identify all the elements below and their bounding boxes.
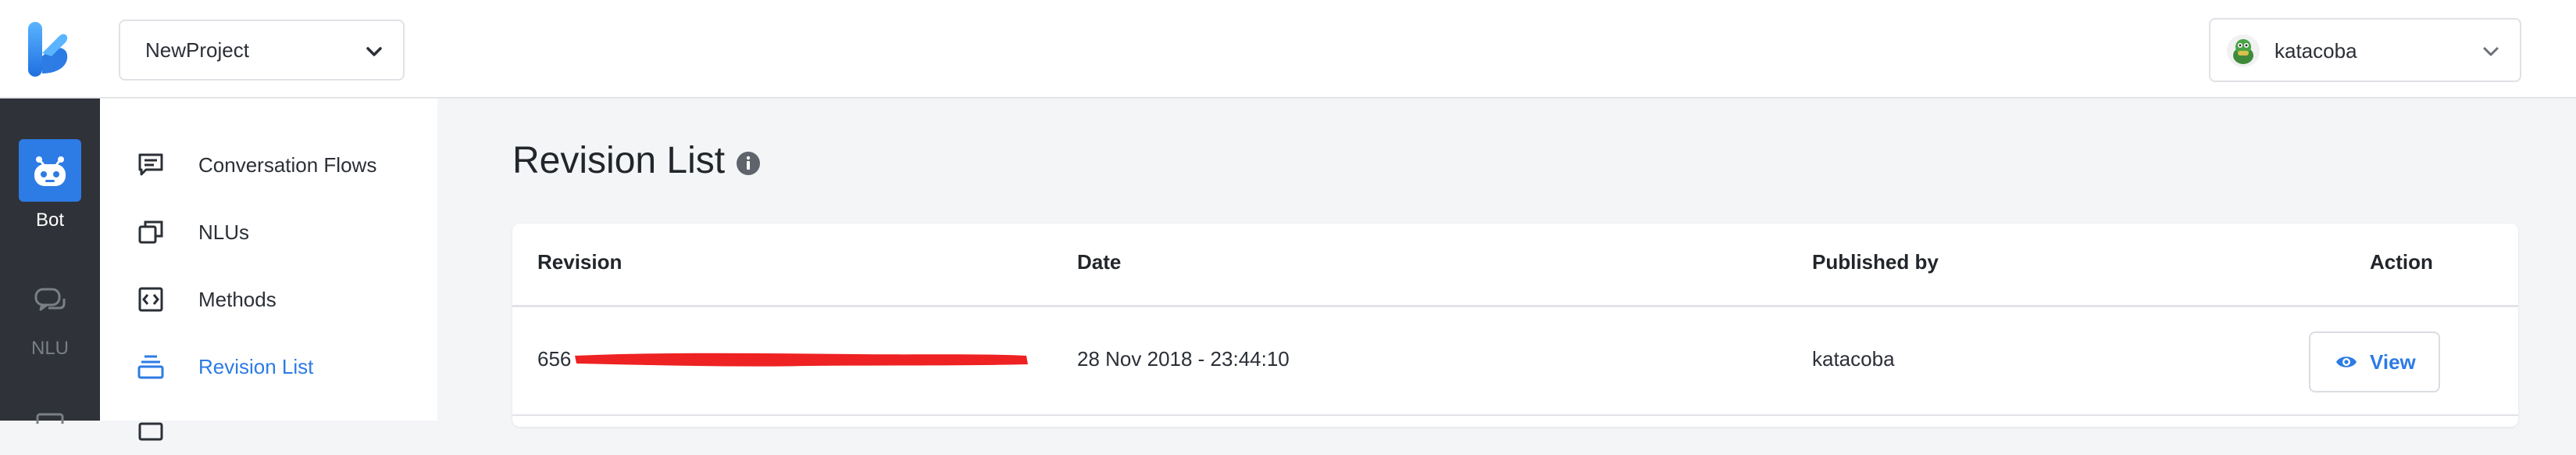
list-icon	[138, 422, 163, 441]
user-name: katacoba	[2275, 39, 2357, 63]
page-title: Revision List	[512, 140, 726, 181]
robot-icon	[34, 156, 66, 186]
sidebar-item-revision-list[interactable]: Revision List	[100, 342, 437, 389]
sidebar-item-nlus[interactable]: NLUs	[100, 208, 437, 255]
rail-item-bot[interactable]	[19, 139, 81, 202]
eye-icon	[2336, 356, 2357, 367]
view-button[interactable]: View	[2309, 331, 2440, 392]
sidebar-item-methods[interactable]: Methods	[100, 275, 437, 322]
sidebar-item-conversation-flows[interactable]: Conversation Flows	[100, 141, 437, 188]
view-button-label: View	[2370, 350, 2416, 374]
project-name: NewProject	[145, 38, 249, 62]
rail-item-next-icon[interactable]	[34, 408, 66, 424]
project-select[interactable]: NewProject	[119, 20, 405, 81]
revision-publisher: katacoba	[1812, 347, 1895, 371]
row-divider	[512, 414, 2518, 416]
rail-item-nlu-label: NLU	[30, 338, 69, 359]
column-header-published-by: Published by	[1812, 250, 1939, 274]
module-rail: Bot NLU	[0, 99, 100, 424]
sidebar-item-label: Methods	[198, 288, 277, 311]
redaction-scribble	[575, 353, 1028, 367]
chevron-down-icon	[366, 47, 382, 56]
stack-icon	[137, 355, 164, 379]
chat-bubbles-icon[interactable]	[33, 285, 67, 319]
column-header-revision: Revision	[537, 250, 623, 274]
revision-id: 656	[537, 347, 572, 371]
column-header-date: Date	[1077, 250, 1122, 274]
sidebar-item-label: Conversation Flows	[198, 153, 377, 177]
chevron-down-icon	[2483, 47, 2499, 56]
revision-date: 28 Nov 2018 - 23:44:10	[1077, 347, 1290, 371]
sidebar-item-label: NLUs	[198, 220, 250, 244]
chat-icon	[138, 153, 163, 176]
top-bar: NewProject katacoba	[0, 0, 2576, 99]
sidebar-item-label: Revision List	[198, 355, 314, 378]
header-divider	[512, 305, 2518, 307]
rail-item-bot-label: Bot	[35, 210, 65, 231]
code-icon	[138, 287, 163, 312]
revision-table: Revision Date Published by Action 656 28…	[512, 224, 2518, 427]
info-icon[interactable]	[736, 151, 761, 176]
sidebar-item-next[interactable]	[100, 408, 437, 455]
column-header-action: Action	[2370, 250, 2433, 274]
app-logo[interactable]	[27, 22, 73, 78]
user-menu[interactable]: katacoba	[2209, 18, 2521, 82]
avatar	[2227, 34, 2260, 67]
copy-icon	[138, 220, 163, 244]
side-navigation: Conversation Flows NLUs Methods Revision…	[100, 99, 437, 441]
